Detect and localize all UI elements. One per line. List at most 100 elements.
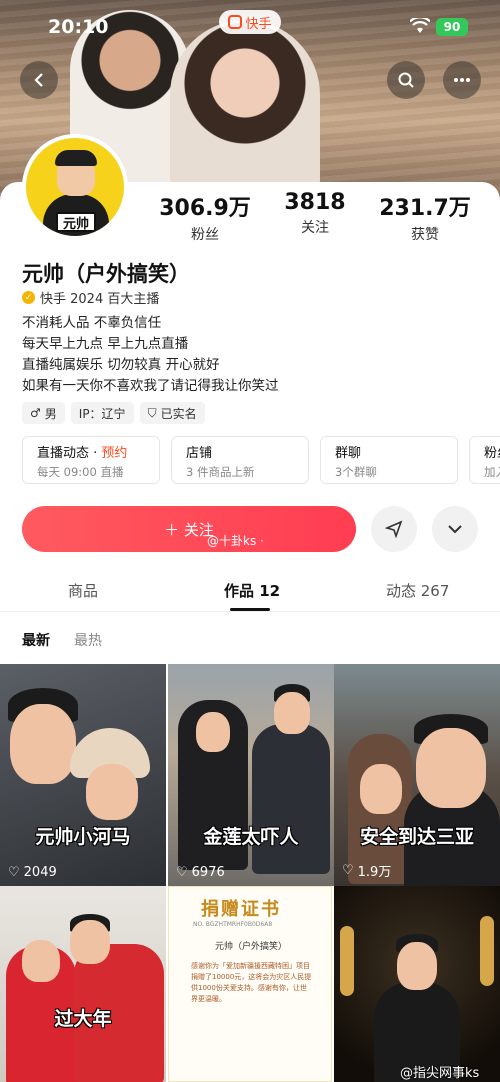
thumb-face: [22, 940, 60, 982]
feature-groupchat[interactable]: 群聊 3个群聊: [320, 436, 458, 484]
thumb-face: [360, 764, 402, 814]
cert-text: 感谢你为「爱加新疆援西藏特困」项目捐赠了10000元，这将会为灾区人民提供100…: [191, 962, 312, 1003]
tag-label: 已实名: [160, 406, 197, 421]
verification-row: ✓ 快手 2024 百大主播: [22, 288, 159, 307]
stat-label: 获赞: [411, 227, 439, 243]
back-button[interactable]: [20, 61, 58, 99]
likes-count: 1.9万: [357, 865, 392, 880]
video-card[interactable]: [334, 886, 500, 1082]
trophy-icon: [480, 916, 494, 986]
video-caption: 元帅小河马: [35, 826, 131, 848]
stats-row: 306.9万 粉丝 3818 关注 231.7万 获赞: [150, 190, 480, 243]
shield-icon: ⛉: [147, 405, 157, 420]
video-card[interactable]: 捐赠证书 NO. BGZHTMRHF0B0D6A8 元帅（户外搞笑） 感谢你为「…: [168, 886, 332, 1082]
heart-icon: ♡: [342, 863, 354, 878]
trophy-icon: [340, 926, 354, 996]
thumb-child-face: [86, 764, 138, 820]
avatar-hair: [55, 150, 97, 166]
kuaishou-logo-icon: [228, 15, 243, 29]
verification-text: 快手 2024 百大主播: [40, 292, 160, 307]
video-caption: 金莲太吓人: [203, 826, 299, 848]
status-time: 20:10: [48, 16, 109, 38]
avatar[interactable]: 元帅: [22, 134, 128, 240]
video-card[interactable]: 安全到达三亚 ♡ 1.9万: [334, 664, 500, 886]
verified-badge-icon: ✓: [22, 291, 35, 304]
battery-indicator: 90: [436, 18, 468, 36]
feature-highlight: 预约: [101, 446, 128, 461]
feature-fans[interactable]: 粉丝 加入: [469, 436, 500, 484]
expand-button[interactable]: [432, 506, 478, 552]
video-likes: ♡ 1.9万: [342, 861, 391, 880]
heart-icon: ♡: [8, 865, 20, 880]
feature-title: 店铺: [186, 446, 213, 461]
cert-name: 元帅（户外搞笑）: [215, 942, 288, 952]
stat-value: 306.9万: [159, 196, 251, 221]
more-dots-icon: [454, 78, 470, 82]
thumb-face: [416, 728, 486, 808]
video-card[interactable]: 元帅小河马 ♡ 2049: [0, 664, 166, 886]
tag-label: IP：辽宁: [78, 406, 126, 421]
follow-button[interactable]: ＋ 关注: [22, 506, 356, 552]
profile-bio: 不消耗人品 不辜负信任 每天早上九点 早上九点直播 直播纯属娱乐 切勿较真 开心…: [22, 313, 279, 397]
stat-value: 3818: [284, 190, 346, 215]
bio-line: 如果有一天你不喜欢我了请记得我让你笑过: [22, 378, 279, 394]
thumb-face: [70, 920, 110, 964]
gender-tag: ♂ 男: [22, 402, 65, 424]
video-likes: ♡ 6976: [176, 865, 225, 880]
tab-products[interactable]: 商品: [68, 580, 98, 601]
tab-works[interactable]: 作品 12: [224, 580, 280, 601]
avatar-tag: 元帅: [56, 212, 96, 232]
active-tab-indicator: [230, 608, 270, 611]
status-bar: 20:10 快手 90: [0, 0, 500, 56]
stat-value: 231.7万: [379, 196, 471, 221]
stat-following[interactable]: 3818 关注: [260, 190, 370, 240]
wifi-icon: [410, 18, 430, 33]
male-icon: ♂: [30, 406, 41, 420]
feature-sub: 加入: [484, 465, 500, 479]
feature-shop[interactable]: 店铺 3 件商品上新: [171, 436, 309, 484]
sort-latest[interactable]: 最新: [22, 630, 50, 650]
thumb-man: [252, 724, 330, 874]
thumb-face: [10, 704, 76, 784]
thumb-face: [397, 942, 437, 990]
stat-label: 粉丝: [191, 227, 219, 243]
watermark-top: @十卦ks ·: [207, 534, 264, 548]
sort-hottest[interactable]: 最热: [74, 630, 102, 650]
video-caption: 安全到达三亚: [359, 826, 474, 848]
share-button[interactable]: [371, 506, 417, 552]
video-card[interactable]: 过大年: [0, 886, 166, 1082]
profile-name: 元帅（户外搞笑）: [22, 262, 190, 286]
feature-title: 群聊: [335, 446, 362, 461]
send-icon: [385, 520, 403, 538]
profile-tags: ♂ 男 IP：辽宁 ⛉ 已实名: [22, 402, 205, 424]
heart-icon: ♡: [176, 865, 188, 880]
search-button[interactable]: [387, 61, 425, 99]
tab-moments[interactable]: 动态 267: [386, 580, 449, 601]
search-icon: [398, 72, 414, 88]
stat-likes[interactable]: 231.7万 获赞: [370, 190, 480, 243]
feature-title-text: 直播动态 ·: [37, 446, 102, 461]
stat-label: 关注: [301, 220, 329, 236]
app-indicator[interactable]: 快手: [219, 10, 281, 34]
thumb-face: [274, 692, 310, 734]
bio-line: 不消耗人品 不辜负信任: [22, 315, 162, 331]
verified-tag: ⛉ 已实名: [139, 402, 205, 424]
stat-followers[interactable]: 306.9万 粉丝: [150, 190, 260, 243]
more-button[interactable]: [443, 61, 481, 99]
video-caption: 过大年: [54, 1008, 112, 1030]
video-likes: ♡ 2049: [8, 865, 57, 880]
video-card[interactable]: 金莲太吓人 ♡ 6976: [168, 664, 334, 886]
sort-options: 最新 最热: [22, 630, 102, 650]
ip-tag: IP：辽宁: [70, 402, 134, 424]
chevron-left-icon: [34, 73, 43, 87]
feature-title: 粉丝: [484, 446, 500, 461]
video-grid: 元帅小河马 ♡ 2049 金莲太吓人 ♡ 6976 安全到达三亚 ♡ 1.9万 过大年…: [0, 664, 500, 1082]
feature-title: 直播动态 · 预约: [37, 442, 145, 461]
feature-sub: 每天 09:00 直播: [37, 465, 124, 479]
battery-level: 90: [443, 20, 461, 34]
feature-sub: 3 件商品上新: [186, 465, 255, 479]
content-tabs: 商品 作品 12 动态 267: [0, 570, 500, 612]
app-name: 快手: [245, 16, 272, 32]
feature-live[interactable]: 直播动态 · 预约 每天 09:00 直播: [22, 436, 160, 484]
tag-label: 男: [44, 406, 57, 421]
